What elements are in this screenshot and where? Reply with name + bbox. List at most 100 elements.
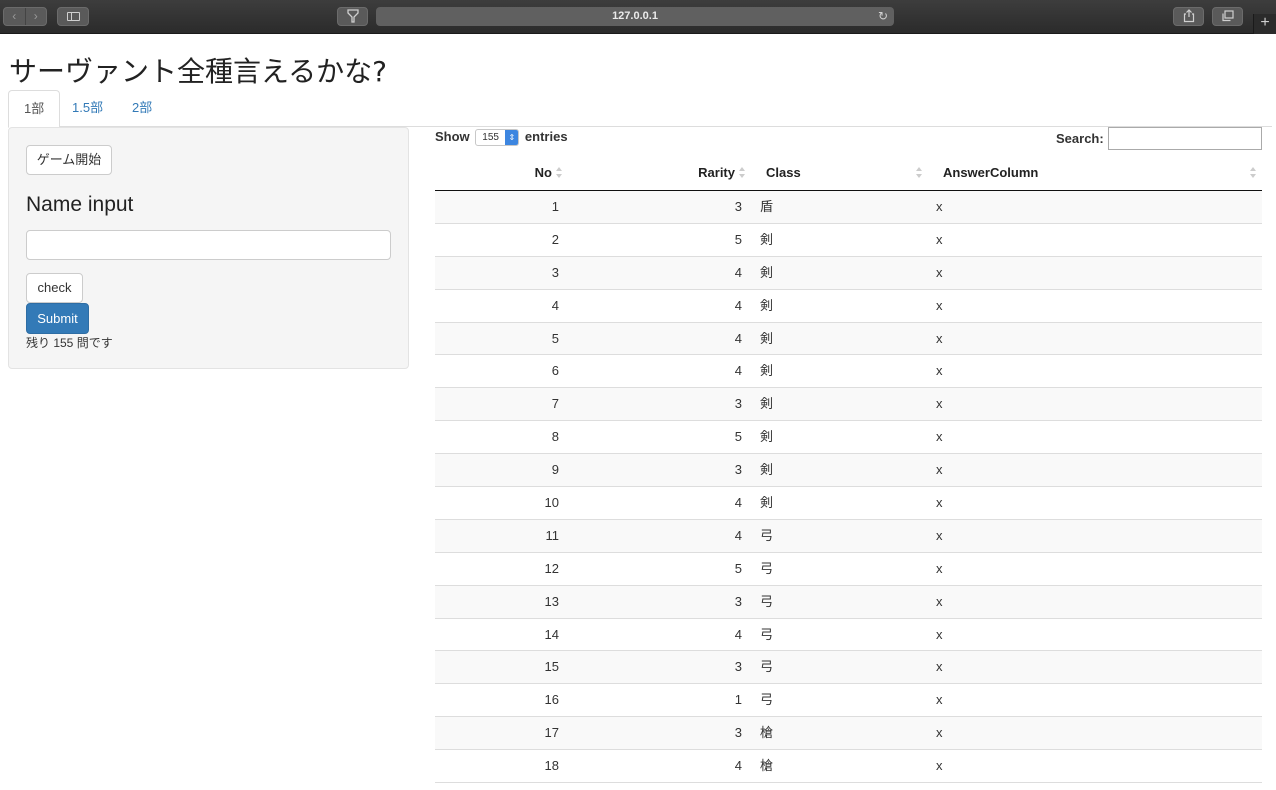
table-row[interactable]: 14 4 弓 x — [435, 619, 1262, 652]
cell-class: 剣 — [760, 429, 774, 445]
cell-answer: x — [936, 527, 943, 543]
table-row[interactable]: 6 4 剣 x — [435, 355, 1262, 389]
cell-rarity: 4 — [734, 626, 742, 642]
cell-answer: x — [936, 758, 943, 774]
cell-class: 剣 — [760, 462, 774, 478]
search-label: Search: — [1056, 131, 1104, 146]
tab-part-1-5[interactable]: 1.5部 — [57, 90, 118, 127]
cell-class: 剣 — [760, 363, 774, 379]
cell-class: 剣 — [760, 396, 774, 412]
remaining-count: 残り 155 問です — [26, 336, 113, 350]
table-row[interactable]: 9 3 剣 x — [435, 454, 1262, 488]
cell-answer: x — [936, 692, 943, 708]
start-game-button[interactable]: ゲーム開始 — [26, 145, 112, 175]
cell-rarity: 5 — [734, 560, 742, 576]
cell-answer: x — [936, 725, 943, 741]
tab-overview-button[interactable] — [1212, 7, 1243, 26]
table-row[interactable]: 2 5 剣 x — [435, 224, 1262, 257]
back-icon[interactable]: ‹ — [4, 8, 26, 25]
cell-class: 剣 — [760, 330, 774, 346]
cell-answer: x — [936, 297, 943, 313]
cell-no: 7 — [551, 396, 559, 412]
cell-class: 弓 — [760, 659, 774, 675]
column-header-rarity[interactable]: Rarity — [645, 157, 735, 190]
page-length-control: Show 155 ⇕ entries — [435, 129, 568, 147]
cell-answer: x — [936, 264, 943, 280]
url-text: 127.0.0.1 — [612, 10, 658, 22]
cell-no: 17 — [544, 725, 559, 741]
table-row[interactable]: 17 3 槍 x — [435, 717, 1262, 751]
cell-rarity: 3 — [734, 593, 742, 609]
cell-class: 剣 — [760, 264, 774, 280]
table-row[interactable]: 15 3 弓 x — [435, 651, 1262, 685]
table-row[interactable]: 18 4 槍 x — [435, 750, 1262, 784]
cell-no: 1 — [551, 199, 559, 214]
table-row[interactable]: 7 3 剣 x — [435, 388, 1262, 422]
cell-class: 弓 — [760, 527, 774, 543]
share-button[interactable] — [1173, 7, 1204, 26]
funnel-icon — [346, 9, 359, 23]
address-bar[interactable]: 127.0.0.1 ↻ — [376, 7, 894, 26]
sort-icon[interactable] — [556, 167, 562, 179]
cell-class: 弓 — [760, 626, 774, 642]
tab-part-1[interactable]: 1部 — [8, 90, 61, 128]
name-input[interactable] — [26, 230, 391, 260]
browser-toolbar: ‹ › 127.0.0.1 ↻ + — [0, 0, 1276, 34]
search-input[interactable] — [1108, 127, 1262, 150]
reload-icon[interactable]: ↻ — [878, 7, 888, 26]
cell-rarity: 1 — [734, 692, 742, 708]
cell-answer: x — [936, 659, 943, 675]
navigation-buttons: ‹ › — [3, 7, 47, 26]
table-body: 1 3 盾 x 2 5 剣 x 3 4 剣 x 4 4 剣 x 5 4 剣 x 6 4 剣 x 7 3 剣 x 8 5 剣 x 9 3 剣 x 10 4 剣… — [435, 191, 1262, 784]
table-row[interactable]: 10 4 剣 x — [435, 487, 1262, 520]
new-tab-button[interactable]: + — [1253, 14, 1276, 34]
share-icon — [1183, 9, 1194, 23]
column-header-answer[interactable]: AnswerColumn — [943, 157, 1038, 190]
cell-answer: x — [936, 231, 943, 247]
cell-rarity: 4 — [734, 363, 742, 379]
cell-no: 2 — [551, 231, 559, 247]
submit-button[interactable]: Submit — [26, 303, 89, 334]
cell-no: 4 — [551, 297, 559, 313]
table-row[interactable]: 8 5 剣 x — [435, 421, 1262, 455]
column-header-class[interactable]: Class — [766, 157, 801, 190]
column-header-no[interactable]: No — [435, 157, 552, 190]
cell-answer: x — [936, 626, 943, 642]
page-title: サーヴァント全種言えるかな? — [9, 55, 388, 88]
table-row[interactable]: 13 3 弓 x — [435, 585, 1262, 619]
table-header: No Rarity Class AnswerColumn — [435, 157, 1262, 191]
page-length-value: 155 — [482, 132, 499, 144]
check-button[interactable]: check — [26, 273, 83, 303]
show-label: Show — [435, 129, 470, 144]
sort-icon[interactable] — [916, 167, 922, 179]
sort-icon[interactable] — [1250, 167, 1256, 179]
cell-answer: x — [936, 330, 943, 346]
cell-rarity: 3 — [734, 725, 742, 741]
table-row[interactable]: 12 5 弓 x — [435, 553, 1262, 586]
entries-label: entries — [524, 129, 568, 144]
table-row[interactable]: 11 4 弓 x — [435, 519, 1262, 553]
cell-class: 弓 — [760, 593, 774, 609]
cell-no: 9 — [551, 462, 559, 478]
chevron-updown-icon: ⇕ — [505, 130, 519, 146]
sort-icon[interactable] — [739, 167, 745, 179]
cell-answer: x — [936, 396, 943, 412]
cell-rarity: 3 — [734, 396, 742, 412]
input-panel: ゲーム開始 Name input check Submit 残り 155 問です — [8, 127, 409, 369]
table-row[interactable]: 16 1 弓 x — [435, 684, 1262, 718]
cell-answer: x — [936, 593, 943, 609]
cell-class: 弓 — [760, 692, 774, 708]
table-row[interactable]: 4 4 剣 x — [435, 290, 1262, 323]
cell-rarity: 4 — [734, 264, 742, 280]
tabs-icon — [1221, 10, 1234, 22]
tab-part-2[interactable]: 2部 — [117, 90, 167, 127]
cell-rarity: 5 — [734, 429, 742, 445]
forward-icon[interactable]: › — [26, 8, 47, 25]
table-row[interactable]: 5 4 剣 x — [435, 322, 1262, 356]
table-row[interactable]: 3 4 剣 x — [435, 256, 1262, 290]
extension-button[interactable] — [337, 7, 368, 26]
sidebar-toggle-button[interactable] — [57, 7, 89, 26]
table-row[interactable]: 1 3 盾 x — [435, 191, 1262, 224]
cell-no: 6 — [551, 363, 559, 379]
page-length-select[interactable]: 155 ⇕ — [475, 129, 520, 147]
